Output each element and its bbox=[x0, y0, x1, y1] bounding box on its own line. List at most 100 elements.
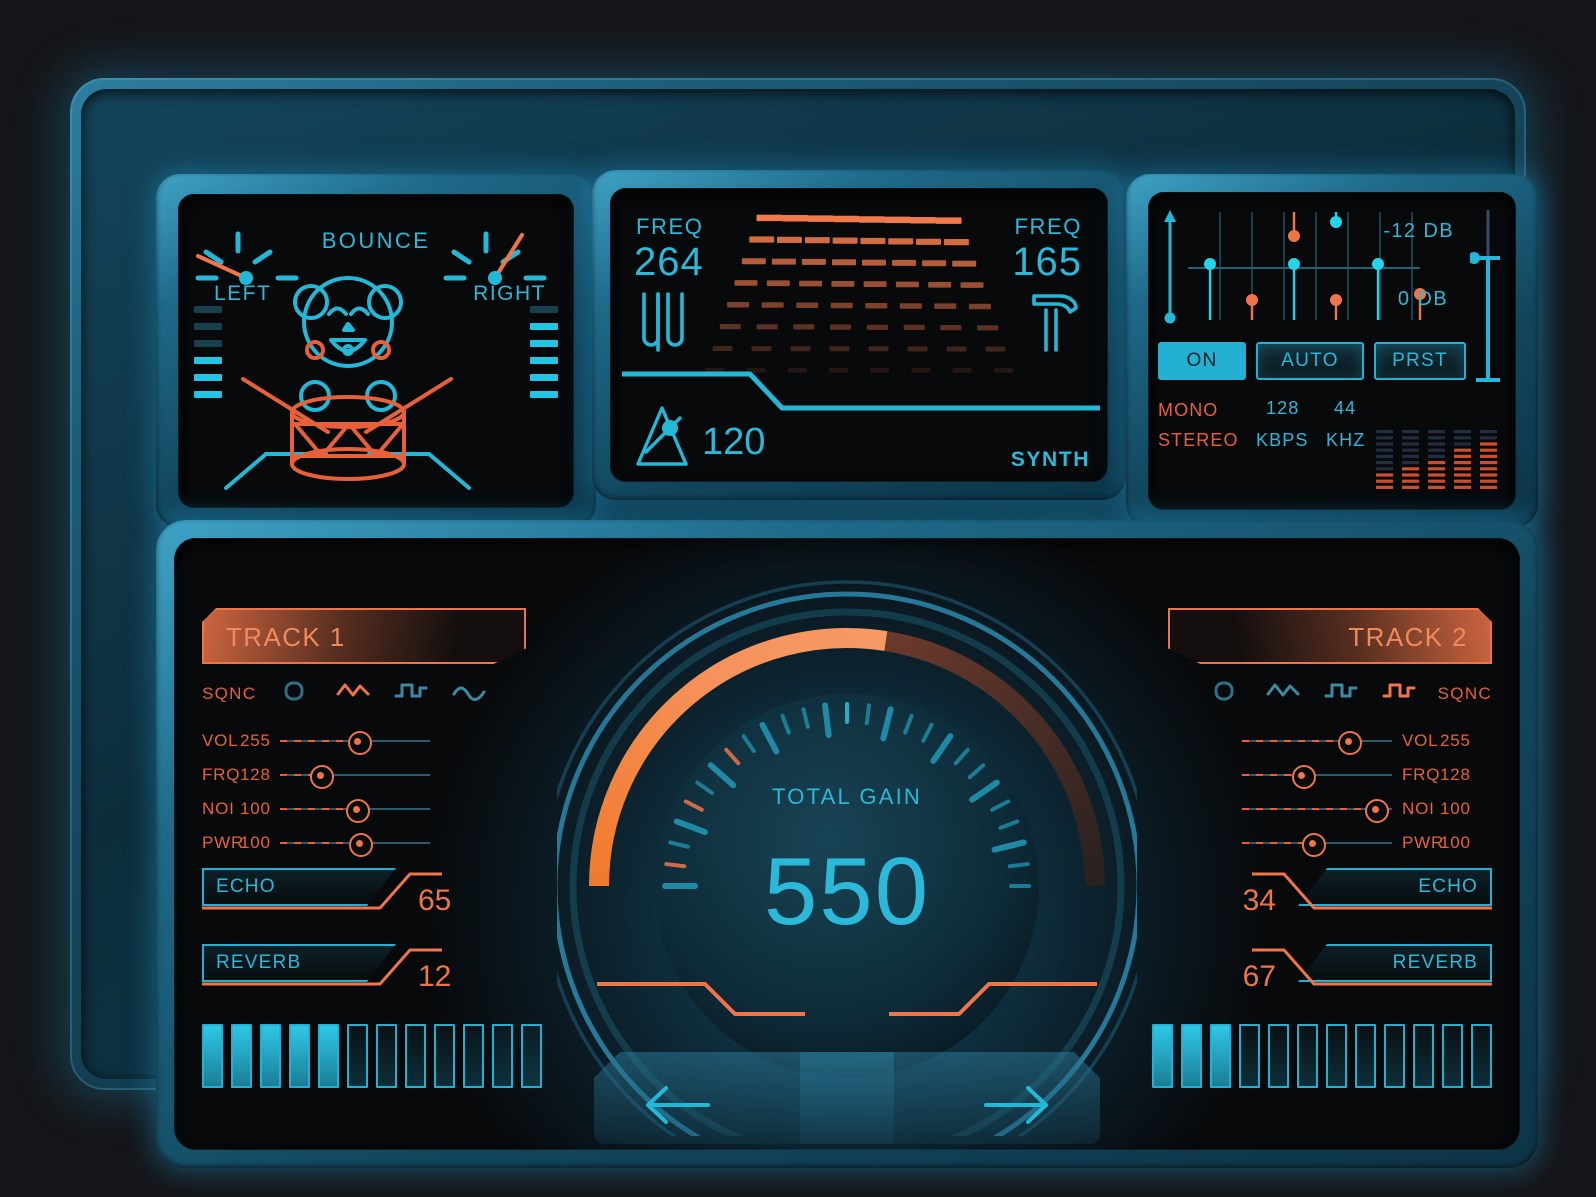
circle-icon[interactable] bbox=[1208, 680, 1242, 702]
track1-title: TRACK 1 bbox=[226, 622, 346, 652]
slider-pwr[interactable]: PWR 100 bbox=[1242, 830, 1492, 857]
samplerate-value: 44 bbox=[1334, 398, 1357, 418]
slider-pwr[interactable]: PWR 100 bbox=[202, 830, 452, 857]
track1-reverb-label: REVERB bbox=[216, 952, 302, 973]
bpm-value: 120 bbox=[702, 421, 766, 463]
slider-filled bbox=[1242, 808, 1373, 810]
eq-on-label: ON bbox=[1186, 350, 1218, 371]
slider-name: NOI bbox=[1402, 799, 1435, 818]
track2-title: TRACK 2 bbox=[1348, 622, 1468, 652]
slider-filled bbox=[1242, 740, 1346, 742]
slider-track[interactable] bbox=[1242, 832, 1392, 857]
next-button[interactable] bbox=[800, 1052, 1100, 1144]
mono-label: MONO bbox=[1158, 400, 1219, 420]
db-mid-label: 0 DB bbox=[1397, 288, 1448, 310]
teddy-bear-drum-icon bbox=[224, 276, 471, 490]
slider-value: 128 bbox=[240, 765, 271, 784]
level-bar bbox=[260, 1024, 281, 1088]
slider-knob[interactable] bbox=[347, 731, 372, 755]
eq-prst-label: PRST bbox=[1392, 350, 1448, 371]
total-gain-gauge[interactable]: TOTAL GAIN 550 bbox=[541, 556, 1153, 1150]
slider-knob[interactable] bbox=[349, 833, 373, 857]
square-wave-icon[interactable] bbox=[1324, 680, 1358, 702]
level-bar bbox=[1181, 1024, 1202, 1088]
slider-noi[interactable]: NOI 100 bbox=[202, 796, 452, 823]
slider-track[interactable] bbox=[280, 730, 430, 755]
slider-track[interactable] bbox=[280, 798, 430, 823]
slider-name: NOI bbox=[202, 799, 235, 818]
slider-value: 100 bbox=[1440, 833, 1471, 852]
slider-track[interactable] bbox=[280, 832, 430, 857]
slider-track[interactable] bbox=[1242, 730, 1392, 755]
track1-level-bars bbox=[202, 1024, 542, 1088]
level-bar bbox=[289, 1024, 310, 1088]
slider-vol[interactable]: VOL 255 bbox=[1242, 728, 1492, 755]
level-bar bbox=[1413, 1024, 1434, 1088]
slider-filled bbox=[1242, 842, 1310, 844]
track2-reverb-label: REVERB bbox=[1392, 952, 1478, 973]
slider-vol[interactable]: VOL 255 bbox=[202, 728, 452, 755]
triangle-wave-icon[interactable] bbox=[1266, 680, 1300, 702]
circle-icon[interactable] bbox=[278, 680, 312, 702]
slider-name: PWR bbox=[202, 833, 245, 852]
sine-wave-icon[interactable] bbox=[452, 680, 486, 702]
level-bar bbox=[231, 1024, 252, 1088]
tuning-fork-icon bbox=[642, 292, 684, 352]
level-bar bbox=[1152, 1024, 1173, 1088]
slider-knob[interactable] bbox=[346, 799, 370, 823]
slider-knob[interactable] bbox=[310, 765, 334, 789]
eq-auto-label: AUTO bbox=[1281, 350, 1339, 371]
level-bar bbox=[492, 1024, 513, 1088]
slider-name: FRQ bbox=[1402, 765, 1441, 784]
slider-track[interactable] bbox=[1242, 798, 1392, 823]
level-bar bbox=[434, 1024, 455, 1088]
eq-node[interactable] bbox=[1204, 258, 1216, 270]
slider-value: 128 bbox=[1440, 765, 1471, 784]
square-wave-icon[interactable] bbox=[394, 680, 428, 702]
level-bar bbox=[1326, 1024, 1347, 1088]
slider-knob[interactable] bbox=[1291, 765, 1316, 789]
eq-auto-button[interactable]: AUTO bbox=[1256, 342, 1364, 380]
gauge-value: 550 bbox=[763, 838, 931, 945]
slider-track[interactable] bbox=[1242, 764, 1392, 789]
eq-prst-button[interactable]: PRST bbox=[1374, 342, 1466, 380]
eq-on-button[interactable]: ON bbox=[1158, 342, 1246, 380]
slider-knob[interactable] bbox=[1365, 799, 1389, 823]
eq-node[interactable] bbox=[1330, 294, 1342, 306]
track1-echo-value: 65 bbox=[418, 884, 452, 917]
bitrate-value: 128 bbox=[1266, 398, 1300, 418]
arrow-right-icon bbox=[982, 1084, 1054, 1126]
slider-frq[interactable]: FRQ 128 bbox=[1242, 762, 1492, 789]
level-bar bbox=[1471, 1024, 1492, 1088]
level-bar bbox=[521, 1024, 542, 1088]
hammer-icon bbox=[1032, 294, 1078, 352]
level-bar bbox=[405, 1024, 426, 1088]
track1-title-tag[interactable]: TRACK 1 bbox=[202, 608, 526, 664]
eq-node[interactable] bbox=[1372, 258, 1384, 270]
freq-right-label: FREQ bbox=[1014, 214, 1082, 239]
slider-track[interactable] bbox=[280, 764, 430, 789]
synth-panel: FREQ 264 FREQ 165 120 SYNTH bbox=[592, 170, 1126, 500]
square-wave-icon[interactable] bbox=[1382, 680, 1416, 702]
track2-echo-label: ECHO bbox=[1418, 876, 1478, 897]
eq-node[interactable] bbox=[1330, 216, 1342, 228]
perspective-grid bbox=[705, 214, 1013, 373]
db-fader[interactable] bbox=[1470, 210, 1504, 390]
slider-frq[interactable]: FRQ 128 bbox=[202, 762, 452, 789]
eq-node[interactable] bbox=[1288, 230, 1300, 242]
slider-noi[interactable]: NOI 100 bbox=[1242, 796, 1492, 823]
slider-name: FRQ bbox=[202, 765, 241, 784]
slider-value: 100 bbox=[240, 799, 271, 818]
arrow-left-icon bbox=[646, 1086, 710, 1124]
slider-filled bbox=[280, 842, 357, 844]
track2-sqnc-label: SQNC bbox=[1437, 684, 1492, 703]
eq-node[interactable] bbox=[1288, 258, 1300, 270]
eq-node[interactable] bbox=[1246, 294, 1258, 306]
level-bar bbox=[1442, 1024, 1463, 1088]
slider-knob[interactable] bbox=[1302, 833, 1326, 857]
eq-screen: -12 DB 0 DB -12 DB ON AUTO PRST MONO STE… bbox=[1148, 192, 1516, 510]
triangle-wave-icon[interactable] bbox=[336, 680, 370, 702]
samplerate-unit: KHZ bbox=[1326, 430, 1366, 450]
slider-knob[interactable] bbox=[1338, 731, 1362, 755]
track2-title-tag[interactable]: TRACK 2 bbox=[1168, 608, 1492, 664]
